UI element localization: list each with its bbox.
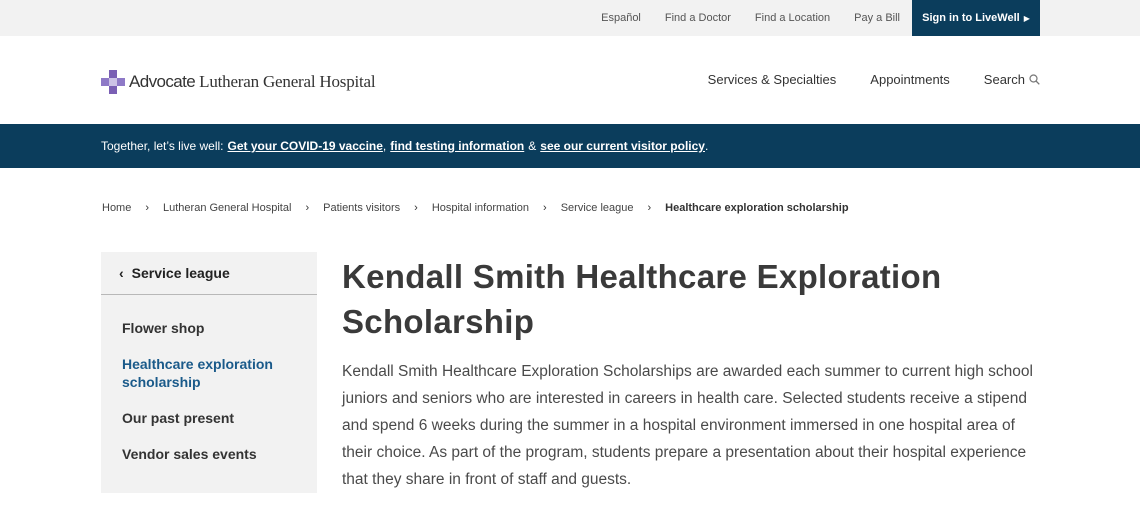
- crumb-patients-visitors[interactable]: Patients visitors: [323, 202, 400, 214]
- testing-link[interactable]: find testing information: [390, 139, 524, 153]
- logo-text: Advocate Lutheran General Hospital: [129, 72, 376, 92]
- breadcrumb: Home › Lutheran General Hospital › Patie…: [102, 202, 849, 214]
- vaccine-link[interactable]: Get your COVID-19 vaccine: [228, 139, 383, 153]
- signin-livewell-button[interactable]: Sign in to LiveWell ▶: [912, 0, 1040, 36]
- nav-services[interactable]: Services & Specialties: [708, 72, 837, 87]
- chevron-right-icon: ›: [543, 202, 547, 214]
- logo[interactable]: Advocate Lutheran General Hospital: [101, 70, 376, 94]
- signin-label: Sign in to LiveWell: [922, 12, 1020, 24]
- nav-search-label: Search: [983, 72, 1025, 87]
- find-doctor-link[interactable]: Find a Doctor: [665, 12, 731, 24]
- logo-cross-icon: [101, 70, 125, 94]
- sidebar-nav: ‹ Service league Flower shop Healthcare …: [101, 252, 317, 493]
- sidebar-item-flower-shop[interactable]: Flower shop: [101, 319, 317, 337]
- search-icon: [1029, 74, 1040, 85]
- crumb-hospital-info[interactable]: Hospital information: [432, 202, 529, 214]
- crumb-service-league[interactable]: Service league: [561, 202, 634, 214]
- find-location-link[interactable]: Find a Location: [755, 12, 830, 24]
- main-nav: Services & Specialties Appointments Sear…: [674, 72, 1040, 87]
- alert-amp: &: [528, 139, 537, 153]
- sidebar-parent-label: Service league: [131, 265, 230, 281]
- alert-suffix: .: [704, 139, 709, 153]
- chevron-right-icon: ›: [647, 202, 652, 214]
- page-title: Kendall Smith Healthcare Exploration Sch…: [342, 258, 942, 340]
- site-header: Advocate Lutheran General Hospital Servi…: [0, 36, 1140, 124]
- sidebar-list: Flower shop Healthcare exploration schol…: [101, 295, 317, 463]
- chevron-right-icon: ›: [414, 202, 418, 214]
- chevron-right-icon: ›: [305, 202, 310, 214]
- logo-hospital: Lutheran General Hospital: [199, 72, 376, 91]
- main-content: Kendall Smith Healthcare Exploration Sch…: [342, 254, 1042, 493]
- crumb-current: Healthcare exploration scholarship: [665, 202, 849, 214]
- crumb-lutheran[interactable]: Lutheran General Hospital: [163, 202, 291, 214]
- visitor-policy-link[interactable]: see our current visitor policy: [540, 139, 705, 153]
- utility-links: Español Find a Doctor Find a Location Pa…: [577, 0, 900, 36]
- espanol-link[interactable]: Español: [601, 12, 641, 24]
- crumb-home[interactable]: Home: [102, 202, 131, 214]
- nav-search[interactable]: Search: [984, 72, 1040, 87]
- sidebar-item-vendor-events[interactable]: Vendor sales events: [101, 445, 317, 463]
- chevron-right-icon: ›: [145, 202, 150, 214]
- covid-alert-banner: Together, let’s live well: Get your COVI…: [0, 124, 1140, 168]
- utility-bar: Español Find a Doctor Find a Location Pa…: [0, 0, 1140, 36]
- nav-appointments[interactable]: Appointments: [870, 72, 950, 87]
- logo-brand: Advocate: [129, 72, 196, 91]
- sidebar-item-healthcare-scholarship[interactable]: Healthcare exploration scholarship: [101, 355, 317, 391]
- sidebar-item-past-present[interactable]: Our past present: [101, 409, 317, 427]
- chevron-left-icon: ‹: [119, 265, 124, 281]
- sidebar-back-link[interactable]: ‹ Service league: [101, 252, 317, 295]
- alert-prefix: Together, let’s live well:: [101, 139, 224, 153]
- body-paragraph: Kendall Smith Healthcare Exploration Sch…: [342, 363, 1033, 488]
- caret-right-icon: ▶: [1023, 13, 1030, 23]
- pay-bill-link[interactable]: Pay a Bill: [854, 12, 900, 24]
